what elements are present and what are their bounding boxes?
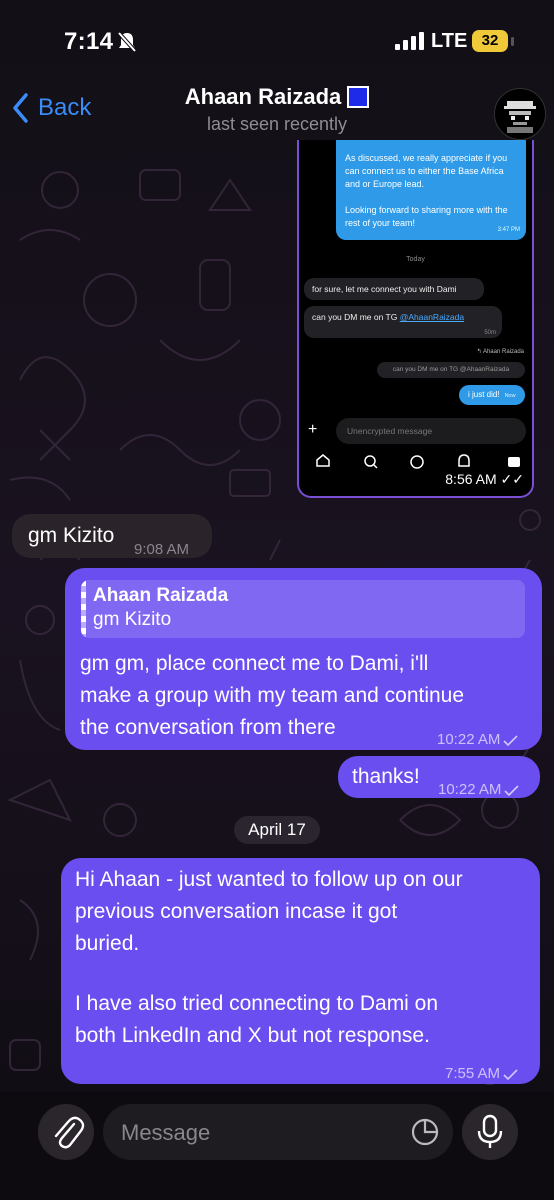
battery-indicator: 32 <box>472 30 508 52</box>
outgoing-message[interactable]: Hi Ahaan - just wanted to follow up on o… <box>61 858 540 1084</box>
chat-title-area[interactable]: Ahaan Raizada last seen recently <box>140 84 414 135</box>
read-check-icon <box>504 784 519 796</box>
message-line: make a group with my team and continue <box>80 684 465 707</box>
embedded-message-1-text: for sure, let me connect you with Dami <box>312 284 457 294</box>
message-time-text: 7:55 AM <box>445 1065 501 1082</box>
embedded-my-message-text: i just did! <box>468 390 500 399</box>
reply-quote[interactable]: Ahaan Raizada gm Kizito <box>81 580 525 638</box>
incoming-message[interactable]: gm Kizito 9:08 AM <box>12 514 212 558</box>
outgoing-message[interactable]: thanks! 10:22 AM <box>338 756 540 798</box>
message-line: gm gm, place connect me to Dami, i'll <box>80 652 429 675</box>
search-icon <box>364 455 376 467</box>
reply-quote-text: gm Kizito <box>93 609 172 630</box>
message-line: both LinkedIn and X but not response. <box>75 1024 430 1047</box>
message-text: gm gm, place connect me to Dami, i'll ma… <box>80 648 464 744</box>
embedded-reply-name-text: Ahaan Raizada <box>482 349 524 355</box>
attach-button[interactable] <box>38 1104 94 1160</box>
date-divider: April 17 <box>234 816 320 844</box>
signal-icon <box>395 32 424 50</box>
message-time-text: 10:22 AM <box>438 781 502 798</box>
muted-bell-icon <box>117 31 137 53</box>
status-bar: 7:14 LTE 32 <box>0 0 554 84</box>
sticker-icon[interactable] <box>411 1118 439 1146</box>
back-button[interactable]: Back <box>10 92 91 124</box>
messages-icon <box>508 457 520 467</box>
message-line: previous conversation incase it got <box>75 900 398 923</box>
image-message[interactable]: As discussed, we really appreciate if yo… <box>297 140 534 498</box>
message-field-wrap <box>103 1104 453 1162</box>
message-line: buried. <box>75 932 140 955</box>
contact-name-row: Ahaan Raizada <box>185 84 370 110</box>
message-line: I have also tried connecting to Dami on <box>75 992 439 1015</box>
contact-status: last seen recently <box>206 114 348 134</box>
microphone-button[interactable] <box>462 1104 518 1160</box>
image-timestamp: 8:56 AM ✓✓ <box>445 471 524 487</box>
message-text: Hi Ahaan - just wanted to follow up on o… <box>75 864 463 1052</box>
image-timestamp-text: 8:56 AM <box>445 471 497 487</box>
embedded-blue-message: As discussed, we really appreciate if yo… <box>336 140 526 240</box>
spaces-icon <box>410 455 424 469</box>
message-time: 7:55 AM <box>445 1058 518 1090</box>
home-icon <box>316 454 330 467</box>
embedded-input-field: Unencrypted message <box>336 418 526 444</box>
message-line: Hi Ahaan - just wanted to follow up on o… <box>75 868 463 891</box>
embedded-message-2: can you DM me on TG @AhaanRaizada 50m <box>304 306 502 338</box>
chevron-left-icon <box>13 93 28 123</box>
embedded-reply-quote: can you DM me on TG @AhaanRaizada <box>377 362 525 378</box>
message-time-text: 10:22 AM <box>437 731 501 748</box>
avatar[interactable] <box>494 88 546 140</box>
pixel-avatar-icon <box>495 89 545 139</box>
embedded-reply-name: ↰ Ahaan Raizada <box>476 349 524 355</box>
reply-quote-name: Ahaan Raizada <box>93 585 229 606</box>
embedded-my-message: i just did! Now <box>459 385 525 405</box>
message-time: 10:22 AM <box>438 774 519 806</box>
read-check-icon <box>503 1068 518 1080</box>
status-time: 7:14 <box>64 28 114 55</box>
message-text: gm Kizito <box>28 524 115 547</box>
paperclip-icon <box>54 1116 85 1149</box>
embedded-plus-icon: + <box>308 421 318 438</box>
outgoing-message[interactable]: Ahaan Raizada gm Kizito gm gm, place con… <box>65 568 542 750</box>
embedded-my-message-time: Now <box>504 393 516 399</box>
embedded-message-2-text: can you DM me on TG <box>312 312 400 322</box>
embedded-message-2-time: 50m <box>484 330 496 336</box>
message-text: thanks! <box>352 765 420 788</box>
contact-name: Ahaan Raizada <box>184 84 342 109</box>
back-label: Back <box>38 94 92 121</box>
embedded-handle-link: @AhaanRaizada <box>399 312 465 322</box>
embedded-message-1: for sure, let me connect you with Dami <box>304 278 484 300</box>
network-type: LTE <box>431 30 468 52</box>
blue-square-emoji-icon <box>347 86 370 108</box>
message-line: the conversation from there <box>80 716 336 739</box>
message-composer <box>0 1092 554 1200</box>
message-time: 10:22 AM <box>437 724 518 756</box>
embedded-blue-time: 3:47 PM <box>497 227 520 233</box>
embedded-blue-text: As discussed, we really appreciate if yo… <box>345 153 508 228</box>
message-input[interactable] <box>119 1104 393 1162</box>
read-check-icon <box>503 734 518 746</box>
microphone-icon <box>477 1114 503 1148</box>
chat-header: Back Ahaan Raizada last seen recently <box>0 84 554 140</box>
reply-quote-bar <box>81 580 86 638</box>
embedded-chat-screenshot: As discussed, we really appreciate if yo… <box>299 140 532 496</box>
battery-tip <box>511 37 514 46</box>
notifications-icon <box>458 454 470 467</box>
embedded-day-label: Today <box>406 256 425 263</box>
message-time: 9:08 AM <box>134 541 190 558</box>
